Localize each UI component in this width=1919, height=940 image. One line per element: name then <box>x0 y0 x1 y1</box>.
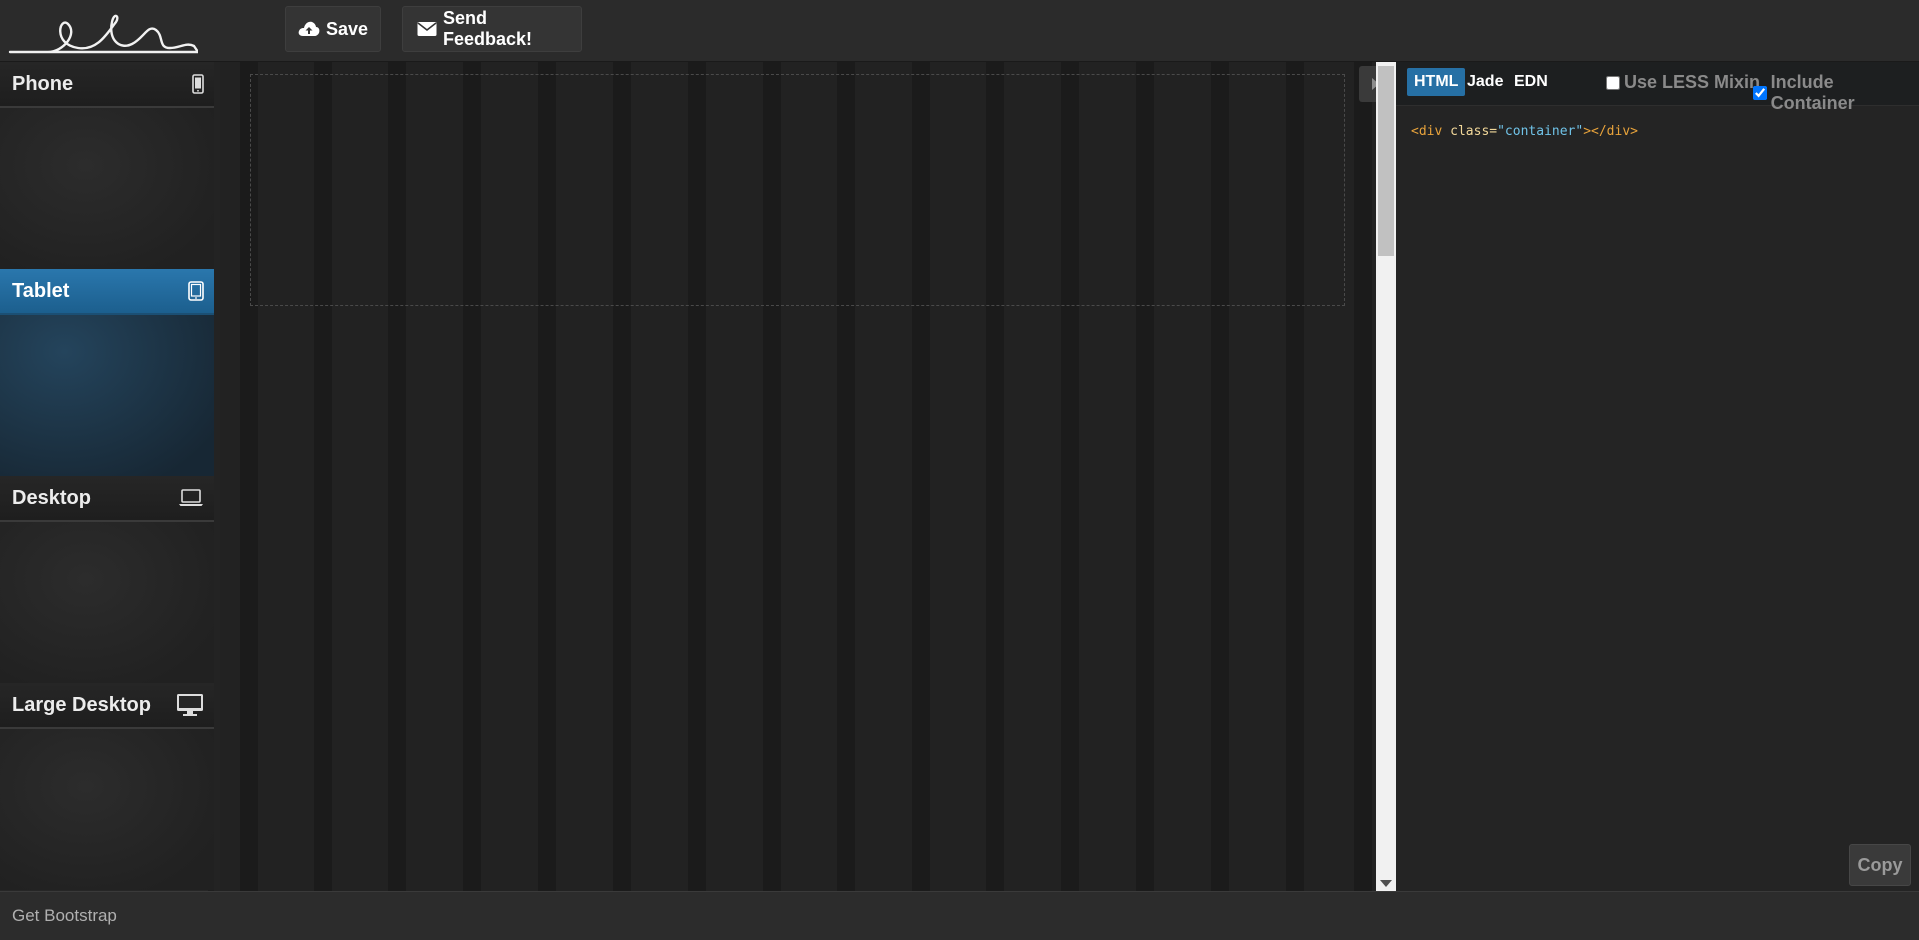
generated-code[interactable]: <div class="container"></div> <box>1411 124 1638 139</box>
envelope-icon <box>417 22 437 36</box>
device-panel-tablet[interactable]: Tablet <box>0 269 214 476</box>
layout-canvas[interactable] <box>220 62 1376 891</box>
tab-edn[interactable]: EDN <box>1507 68 1555 96</box>
save-button[interactable]: Save <box>285 6 381 52</box>
device-sidebar: Phone Tablet Desktop Large Desktop <box>0 62 214 891</box>
laptop-icon <box>179 489 203 506</box>
device-panel-desktop[interactable]: Desktop <box>0 476 214 683</box>
device-label-large-desktop: Large Desktop <box>12 693 151 716</box>
container-drop-zone[interactable] <box>250 74 1345 306</box>
device-header-tablet[interactable]: Tablet <box>0 269 214 315</box>
device-panel-phone[interactable]: Phone <box>0 62 214 269</box>
include-container-option[interactable]: Include Container <box>1753 72 1919 114</box>
save-label: Save <box>325 18 369 39</box>
cloud-upload-icon <box>298 21 320 36</box>
grid-column-guide <box>1354 62 1372 891</box>
code-close-tag: ></div> <box>1583 124 1638 139</box>
include-container-label: Include Container <box>1770 72 1855 113</box>
code-attr-value: "container" <box>1497 124 1584 139</box>
code-panel: HTML Jade EDN Use LESS Mixin Include Con… <box>1396 62 1919 891</box>
copy-button[interactable]: Copy <box>1849 844 1911 886</box>
monitor-icon <box>177 694 203 716</box>
top-toolbar: shoelace Save Send Feedback! <box>0 0 1919 62</box>
code-attr-name: class= <box>1442 124 1498 139</box>
device-header-large-desktop[interactable]: Large Desktop <box>0 683 214 729</box>
device-header-phone[interactable]: Phone <box>0 62 214 108</box>
scroll-down-arrow-icon[interactable] <box>1380 880 1392 887</box>
tablet-icon <box>188 281 204 301</box>
use-less-mixin-option[interactable]: Use LESS Mixin <box>1606 72 1760 93</box>
device-label-desktop: Desktop <box>12 486 91 509</box>
tab-html[interactable]: HTML <box>1407 68 1466 96</box>
scrollbar[interactable] <box>1376 62 1396 891</box>
tab-jade[interactable]: Jade <box>1460 68 1510 96</box>
scrollbar-thumb[interactable] <box>1378 66 1394 256</box>
code-toolbar: HTML Jade EDN Use LESS Mixin Include Con… <box>1396 62 1919 113</box>
device-label-phone: Phone <box>12 72 74 95</box>
code-open-tag: <div <box>1411 124 1443 139</box>
shoelace-logo[interactable]: shoelace <box>8 4 198 56</box>
use-less-mixin-checkbox[interactable] <box>1606 75 1620 90</box>
device-header-desktop[interactable]: Desktop <box>0 476 214 522</box>
device-label-tablet: Tablet <box>12 279 70 302</box>
phone-icon <box>192 74 204 94</box>
include-container-checkbox[interactable] <box>1753 86 1767 100</box>
get-bootstrap-link[interactable]: Get Bootstrap <box>12 906 117 926</box>
send-feedback-label: Send Feedback! <box>443 8 533 49</box>
send-feedback-button[interactable]: Send Feedback! <box>402 6 582 52</box>
device-panel-large-desktop[interactable]: Large Desktop <box>0 683 214 890</box>
use-less-mixin-label: Use LESS Mixin <box>1624 72 1761 92</box>
footer: Get Bootstrap <box>0 891 1919 940</box>
